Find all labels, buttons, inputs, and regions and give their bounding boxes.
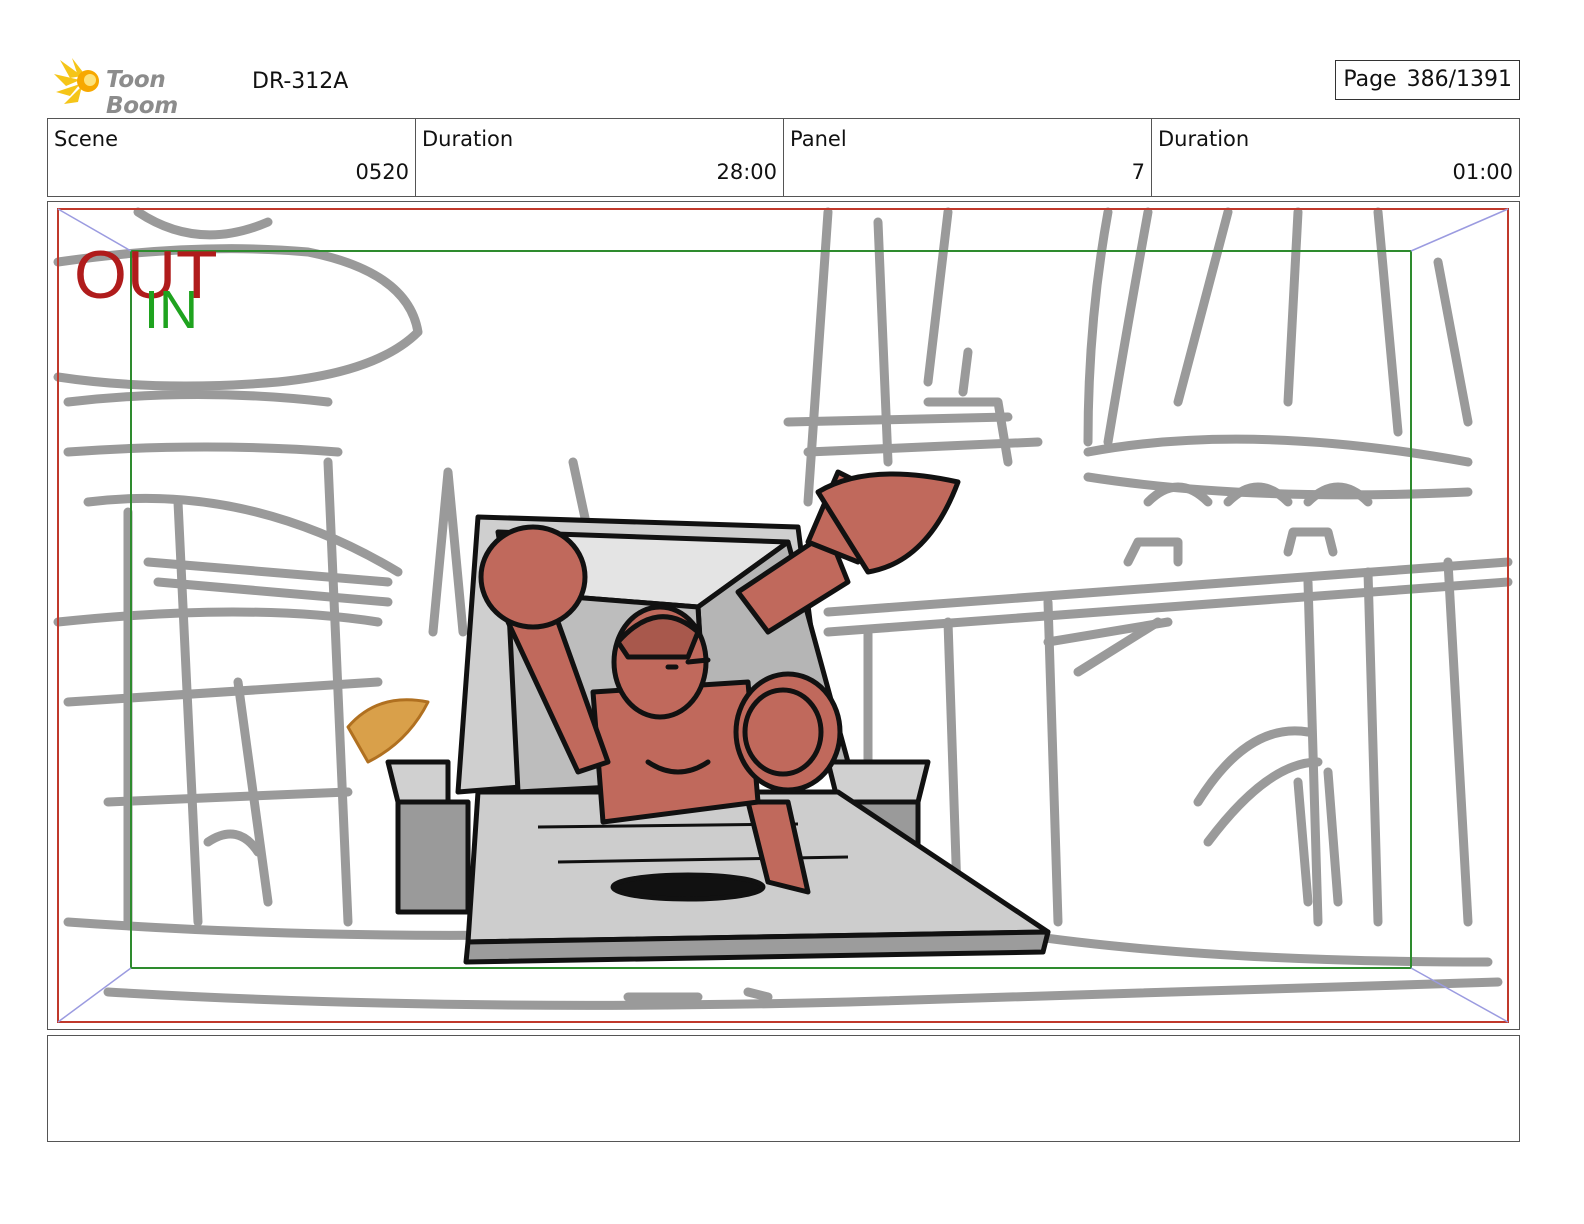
production-code: DR-312A: [252, 69, 349, 94]
scene-value: 0520: [355, 160, 409, 184]
page-label: Page: [1343, 67, 1397, 92]
scene-duration-value: 28:00: [716, 160, 777, 184]
starburst-icon: [54, 58, 99, 104]
panel-value: 7: [1131, 160, 1145, 184]
panel-drawing: OUT IN: [53, 207, 1513, 1023]
logo-text: Toon Boom: [106, 67, 178, 119]
panel-duration-value: 01:00: [1452, 160, 1513, 184]
toon-boom-logo: Toon Boom: [52, 56, 242, 119]
scene-duration-cell: Duration 28:00: [416, 119, 784, 196]
caption-box: [47, 1035, 1520, 1142]
in-marker: IN: [144, 280, 198, 340]
scene-duration-label: Duration: [422, 127, 514, 151]
scene-info-table: Scene 0520 Duration 28:00 Panel 7 Durati…: [47, 118, 1520, 197]
storyboard-panel: OUT IN: [47, 201, 1520, 1030]
panel-cell: Panel 7: [784, 119, 1152, 196]
scene-label: Scene: [54, 127, 119, 151]
scene-cell: Scene 0520: [48, 119, 416, 196]
page-indicator: Page 386/1391: [1335, 60, 1520, 100]
storyboard-header: Toon Boom DR-312A Page 386/1391: [48, 56, 1520, 119]
panel-duration-label: Duration: [1158, 127, 1250, 151]
panel-duration-cell: Duration 01:00: [1152, 119, 1519, 196]
panel-label: Panel: [790, 127, 847, 151]
page-value: 386/1391: [1406, 67, 1512, 92]
